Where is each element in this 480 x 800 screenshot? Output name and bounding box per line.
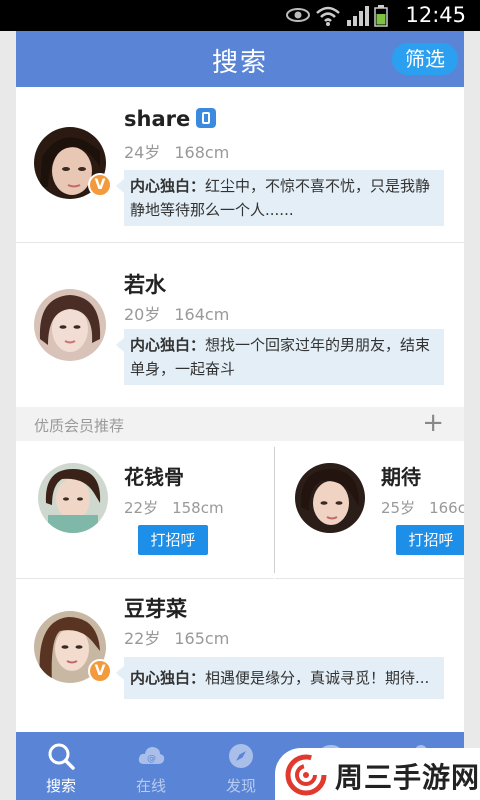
nav-online[interactable]: @ 在线: [106, 732, 196, 800]
user-meta: 24岁 168cm: [124, 139, 243, 163]
user-name: 豆芽菜: [124, 597, 187, 621]
clock: 12:45: [405, 3, 466, 27]
user-meta: 22岁 165cm: [124, 625, 243, 649]
member-name: 花钱骨: [124, 465, 184, 489]
member-height: 158cm: [172, 499, 224, 517]
recommend-card[interactable]: 期待 25岁 166c 打招呼: [275, 441, 464, 579]
member-height: 166c: [429, 499, 464, 517]
user-name: share: [124, 107, 217, 131]
wifi-icon: [316, 6, 340, 26]
recommend-header: 优质会员推荐 +: [16, 407, 464, 441]
member-age: 25岁: [381, 499, 416, 517]
cloud-icon: @: [138, 747, 165, 764]
watermark: 周三手游网: [275, 748, 480, 800]
nav-discover[interactable]: 发现: [196, 732, 286, 800]
filter-button[interactable]: 筛选: [392, 43, 458, 75]
member-meta: 22岁 158cm: [124, 497, 238, 518]
status-bar: 12:45: [0, 0, 480, 31]
search-icon: [48, 743, 75, 770]
member-meta: 25岁 166c: [381, 497, 464, 518]
monologue-label: 内心独白：: [130, 336, 206, 354]
vip-badge: V: [88, 659, 112, 683]
avatar[interactable]: [38, 463, 108, 533]
signal-icon: [347, 6, 369, 26]
nav-label: 发现: [225, 777, 256, 795]
search-results[interactable]: V share 24岁 168cm 内心独白：红尘中，不惊不喜不忧，只是我静静地等…: [16, 87, 464, 732]
monologue-text: 相遇便是缘分，真诚寻觅！期待...: [205, 669, 430, 687]
right-margin: [464, 31, 480, 800]
app-header: 搜索 筛选: [16, 31, 464, 87]
compass-icon: [229, 744, 253, 768]
user-meta: 20岁 164cm: [124, 301, 243, 325]
watermark-text: 周三手游网: [335, 761, 480, 794]
nav-label: 在线: [135, 777, 166, 795]
monologue-bubble: 内心独白：红尘中，不惊不喜不忧，只是我静静地等待那么一个人......: [116, 170, 444, 226]
phone-verified-icon: [196, 108, 217, 128]
user-card[interactable]: 若水 20岁 164cm 内心独白：想找一个回家过年的男朋友，结束单身，一起奋斗: [16, 243, 464, 407]
user-age: 24岁: [124, 143, 161, 162]
greet-button[interactable]: 打招呼: [396, 525, 464, 555]
user-height: 165cm: [174, 629, 230, 648]
eye-icon: [286, 8, 310, 22]
user-name-text: share: [124, 107, 191, 131]
user-card[interactable]: V 豆芽菜 22岁 165cm 内心独白：相遇便是缘分，真诚寻觅！期待...: [16, 579, 464, 732]
user-age: 22岁: [124, 629, 161, 648]
battery-icon: [374, 5, 388, 27]
recommend-title: 优质会员推荐: [34, 417, 125, 435]
recommend-card[interactable]: 花钱骨 22岁 158cm 打招呼: [16, 441, 274, 579]
member-age: 22岁: [124, 499, 159, 517]
monologue-bubble: 内心独白：想找一个回家过年的男朋友，结束单身，一起奋斗: [116, 329, 444, 385]
member-name: 期待: [381, 465, 421, 489]
user-age: 20岁: [124, 305, 161, 324]
user-height: 164cm: [174, 305, 230, 324]
greet-button[interactable]: 打招呼: [138, 525, 208, 555]
user-height: 168cm: [174, 143, 230, 162]
vip-badge: V: [88, 173, 112, 197]
nav-search[interactable]: 搜索: [16, 732, 106, 800]
avatar[interactable]: [295, 463, 365, 533]
user-name: 若水: [124, 273, 166, 297]
watermark-logo-icon: [285, 754, 327, 796]
avatar[interactable]: [34, 289, 106, 361]
add-icon[interactable]: +: [422, 409, 444, 437]
svg-text:@: @: [147, 754, 156, 764]
monologue-label: 内心独白：: [130, 177, 206, 195]
nav-label: 搜索: [45, 777, 76, 795]
monologue-label: 内心独白：: [130, 669, 206, 687]
monologue-bubble: 内心独白：相遇便是缘分，真诚寻觅！期待...: [116, 657, 444, 699]
left-margin: [0, 31, 16, 800]
user-card[interactable]: V share 24岁 168cm 内心独白：红尘中，不惊不喜不忧，只是我静静地等…: [16, 87, 464, 243]
